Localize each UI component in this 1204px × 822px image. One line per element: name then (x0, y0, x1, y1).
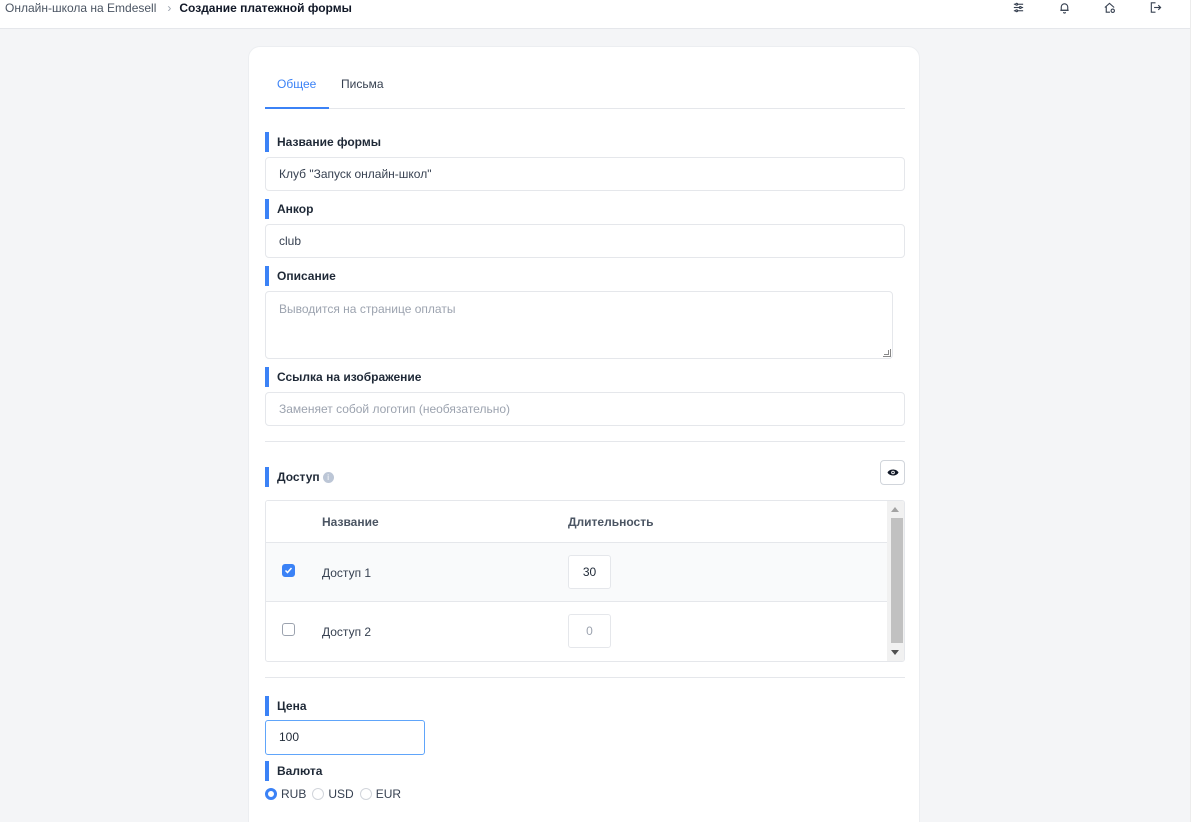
access-table: Название Длительность Доступ 1 30 Доступ… (265, 500, 905, 662)
currency-radio-group: RUB USD EUR (265, 787, 407, 801)
access-name-cell: Доступ 1 (322, 566, 372, 580)
anchor-input[interactable]: club (265, 224, 905, 258)
currency-label: Валюта (265, 761, 322, 781)
price-label: Цена (265, 696, 307, 716)
active-tab-indicator (265, 107, 329, 109)
scroll-up-icon[interactable] (891, 507, 899, 512)
preview-eye-button[interactable] (880, 460, 905, 485)
image-link-label: Ссылка на изображение (265, 367, 421, 387)
table-row[interactable]: Доступ 2 0 (266, 602, 888, 661)
currency-option-eur[interactable]: EUR (359, 787, 402, 801)
divider (265, 441, 905, 442)
currency-option-rub[interactable]: RUB (265, 787, 306, 801)
radio-selected[interactable] (265, 788, 277, 800)
description-label: Описание (265, 266, 336, 286)
scrollbar-thumb[interactable] (891, 518, 903, 643)
column-header-name: Название (322, 515, 379, 529)
divider (265, 677, 905, 678)
currency-option-usd[interactable]: USD (312, 787, 354, 801)
home-gear-icon[interactable] (1102, 0, 1116, 14)
currency-option-label: RUB (281, 787, 307, 801)
tab-general[interactable]: Общее (277, 77, 316, 91)
access-label-text: Доступ (277, 470, 320, 484)
access-label: Доступ i (265, 467, 334, 487)
description-placeholder: Выводится на странице оплаты (279, 302, 456, 316)
table-row[interactable]: Доступ 1 30 (266, 543, 888, 602)
duration-input[interactable]: 0 (568, 614, 611, 648)
breadcrumb-parent-link[interactable]: Онлайн-школа на Emdesell (5, 1, 156, 15)
table-scrollbar[interactable] (887, 501, 904, 661)
top-bar: Онлайн-школа на Emdesell › Создание плат… (0, 0, 1190, 29)
column-header-duration: Длительность (568, 515, 654, 529)
info-icon[interactable]: i (322, 472, 334, 484)
currency-option-label: USD (328, 787, 354, 801)
breadcrumb: Онлайн-школа на Emdesell › Создание плат… (5, 1, 352, 15)
price-input[interactable]: 100 (265, 720, 425, 755)
access-name-cell: Доступ 2 (322, 625, 372, 639)
checkmark-icon (284, 567, 293, 574)
radio-unselected[interactable] (359, 788, 372, 800)
duration-input[interactable]: 30 (568, 555, 611, 589)
row-checkbox-checked[interactable] (282, 564, 295, 577)
image-link-input[interactable]: Заменяет собой логотип (необязательно) (265, 392, 905, 426)
logout-icon[interactable] (1148, 0, 1162, 14)
tab-letters[interactable]: Письма (341, 77, 384, 91)
form-name-label: Название формы (265, 132, 381, 152)
table-header: Название Длительность (266, 501, 888, 543)
eye-icon (887, 469, 898, 476)
sliders-icon[interactable] (1011, 0, 1025, 14)
bell-icon[interactable] (1057, 0, 1071, 14)
resize-grip-icon[interactable] (883, 349, 891, 357)
breadcrumb-current: Создание платежной формы (179, 1, 352, 15)
description-textarea[interactable]: Выводится на странице оплаты (265, 291, 893, 359)
radio-unselected[interactable] (312, 788, 325, 800)
row-checkbox-unchecked[interactable] (282, 623, 295, 636)
scroll-down-icon[interactable] (891, 650, 899, 655)
page-scrollbar[interactable] (1190, 0, 1204, 822)
tabs-bar: Общее Письма (265, 67, 905, 109)
breadcrumb-separator-icon: › (167, 1, 172, 15)
form-card: Общее Письма Название формы Клуб "Запуск… (248, 46, 920, 822)
anchor-label: Анкор (265, 199, 313, 219)
currency-option-label: EUR (375, 787, 402, 801)
form-name-input[interactable]: Клуб "Запуск онлайн-школ" (265, 157, 905, 191)
